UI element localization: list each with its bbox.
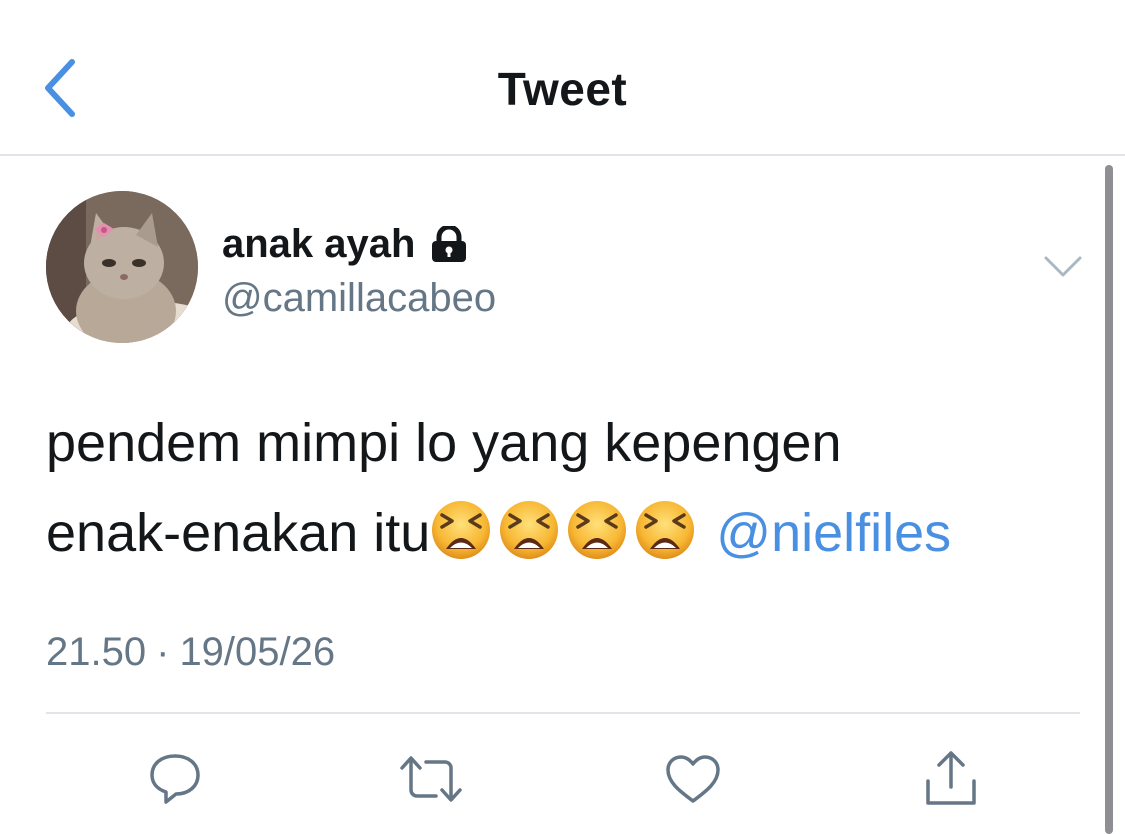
tired-face-emoji <box>500 501 559 559</box>
like-button[interactable] <box>660 746 726 812</box>
retweet-icon <box>400 756 462 802</box>
tweet-timestamp: 21.50 · 19/05/26 <box>46 630 335 675</box>
retweet-button[interactable] <box>398 746 464 812</box>
tweet-text-line-1: pendem mimpi lo yang kepengen <box>46 413 842 473</box>
scrollbar[interactable] <box>1105 165 1113 834</box>
timestamp-separator: · <box>156 630 170 674</box>
share-button[interactable] <box>918 746 984 812</box>
display-name: anak ayah <box>222 221 416 266</box>
divider <box>46 712 1080 714</box>
cat-avatar-image <box>46 191 198 343</box>
emoji-group <box>430 501 702 563</box>
author-handle[interactable]: @camillacabeo <box>222 276 496 321</box>
author-name-row[interactable]: anak ayah <box>222 219 469 269</box>
reply-icon <box>150 754 200 804</box>
tweet-text-line-2: enak-enakan itu @nielfiles <box>46 488 1086 578</box>
share-icon <box>926 751 976 805</box>
tweet-text: pendem mimpi lo yang kepengen enak-enaka… <box>46 398 1086 578</box>
tweet-time: 21.50 <box>46 630 147 674</box>
tweet-detail-screen: Tweet anak ayah @camillacabeo pendem mim… <box>0 0 1125 834</box>
tired-face-emoji <box>568 501 627 559</box>
mention-link[interactable]: @nielfiles <box>716 503 951 563</box>
tired-face-emoji <box>636 501 695 559</box>
reply-button[interactable] <box>142 746 208 812</box>
tweet-date: 19/05/26 <box>179 630 336 674</box>
page-title: Tweet <box>497 63 628 115</box>
avatar[interactable] <box>46 191 198 343</box>
like-icon <box>666 755 720 803</box>
lock-icon <box>432 226 467 262</box>
tweet-text-line-2-text: enak-enakan itu <box>46 503 431 563</box>
navigation-bar: Tweet <box>0 0 1125 156</box>
tweet-options-button[interactable] <box>1040 250 1086 284</box>
chevron-down-icon <box>1044 256 1082 277</box>
tired-face-emoji <box>432 501 491 559</box>
